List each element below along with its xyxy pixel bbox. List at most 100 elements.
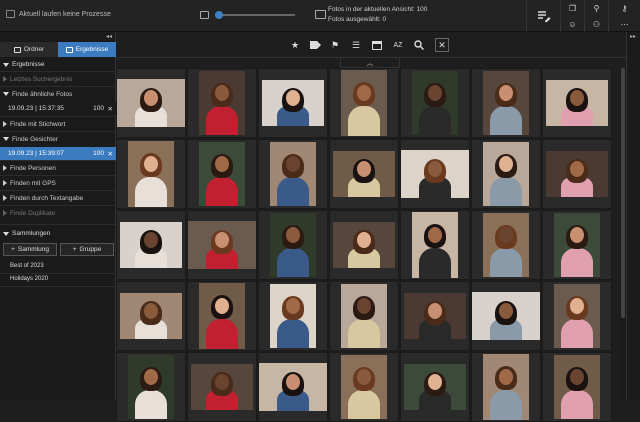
scrollbar-thumb[interactable] <box>621 68 625 318</box>
collapsed-triangle-icon <box>3 210 7 216</box>
photo-subject-body <box>348 390 380 419</box>
zoom-slider[interactable] <box>215 10 295 19</box>
photo-thumbnail[interactable] <box>329 281 399 351</box>
photo-image <box>483 71 529 135</box>
photo-thumbnail[interactable] <box>258 352 328 422</box>
photo-image <box>412 212 458 278</box>
sidebar-item-keyword[interactable]: Finde mit Stichwort <box>0 116 116 131</box>
sidebar-item-persons[interactable]: Finde Personen <box>0 160 116 175</box>
photo-thumbnail[interactable] <box>471 210 541 280</box>
results-section-header[interactable]: Ergebnisse <box>0 59 116 70</box>
similar-photos-result[interactable]: 19.09.23 | 15:37:35 100 ✕ <box>0 102 116 115</box>
photo-subject-body <box>490 177 522 206</box>
sidebar-item-gps[interactable]: Finden mit GPS <box>0 175 116 190</box>
edit-list-button[interactable] <box>526 0 560 32</box>
sidebar-item-duplicates[interactable]: Finde Duplikate <box>0 205 116 220</box>
expanded-triangle-icon <box>3 231 9 236</box>
sidebar-item-faces[interactable]: Finde Gesichter <box>0 131 116 146</box>
photo-subject-face <box>357 84 371 101</box>
photo-subject-face <box>357 232 371 249</box>
photo-thumbnail[interactable] <box>116 210 186 280</box>
copy-button[interactable]: ❐ <box>560 0 584 16</box>
tag-filter-button[interactable] <box>308 38 322 52</box>
photo-thumbnail[interactable] <box>329 352 399 422</box>
location-button[interactable]: ⚲ <box>584 0 608 16</box>
photo-thumbnail[interactable] <box>258 281 328 351</box>
add-group-button[interactable]: + Gruppe <box>60 243 114 256</box>
photo-thumbnail[interactable] <box>329 68 399 138</box>
photo-thumbnail[interactable] <box>400 68 470 138</box>
photo-thumbnail[interactable] <box>471 139 541 209</box>
edit-list-icon <box>537 11 550 22</box>
close-icon[interactable]: ✕ <box>108 105 113 113</box>
photo-thumbnail[interactable] <box>329 139 399 209</box>
list-icon: ☰ <box>351 39 361 50</box>
photo-subject-body <box>348 106 380 136</box>
collapse-toolbar-handle[interactable]: ︿ <box>340 58 400 68</box>
collection-item[interactable]: Holidays 2020 <box>10 276 48 282</box>
photo-subject-face <box>215 85 229 102</box>
photo-thumbnail[interactable] <box>116 68 186 138</box>
calendar-filter-button[interactable] <box>370 38 384 52</box>
photo-thumbnail[interactable] <box>542 139 612 209</box>
sort-az-button[interactable]: AZ <box>391 38 405 52</box>
photo-subject-body <box>490 390 522 420</box>
photo-subject-face <box>215 297 229 314</box>
collection-item[interactable]: Best of 2023 <box>10 263 44 269</box>
photo-image <box>554 355 600 419</box>
photo-thumbnail[interactable] <box>400 352 470 422</box>
collapse-sidebar-icon[interactable]: ◂◂ <box>106 33 112 40</box>
photo-thumbnail[interactable] <box>187 281 257 351</box>
collections-section-header[interactable]: Sammlungen <box>0 228 116 239</box>
photo-thumbnail[interactable] <box>400 210 470 280</box>
photo-image <box>401 150 469 198</box>
photo-subject-face <box>144 369 158 386</box>
photo-thumbnail[interactable] <box>542 68 612 138</box>
photo-thumbnail[interactable] <box>116 352 186 422</box>
photo-subject-body <box>135 390 167 419</box>
photo-thumbnail[interactable] <box>542 352 612 422</box>
people-button[interactable]: ⚇ <box>584 16 608 32</box>
photo-thumbnail[interactable] <box>116 139 186 209</box>
clear-filter-button[interactable]: ✕ <box>435 38 449 52</box>
photo-thumbnail[interactable] <box>471 68 541 138</box>
photo-thumbnail[interactable] <box>542 210 612 280</box>
zoom-slider-group <box>200 10 326 19</box>
close-icon[interactable]: ✕ <box>108 150 113 158</box>
large-image-icon[interactable] <box>315 10 326 19</box>
collapse-right-panel-icon[interactable]: ▸▸ <box>630 33 636 40</box>
photo-thumbnail[interactable] <box>471 281 541 351</box>
photo-thumbnail[interactable] <box>187 68 257 138</box>
photo-thumbnail[interactable] <box>400 139 470 209</box>
photo-thumbnail[interactable] <box>258 68 328 138</box>
photo-thumbnail[interactable] <box>329 210 399 280</box>
photo-thumbnail[interactable] <box>258 210 328 280</box>
photo-subject-face <box>499 156 513 173</box>
more-button[interactable]: ⋯ <box>608 16 640 32</box>
sidebar-item-similar-photos[interactable]: Finde ähnliche Fotos <box>0 86 116 101</box>
small-image-icon[interactable] <box>200 10 209 19</box>
photo-thumbnail[interactable] <box>187 210 257 280</box>
zoom-slider-knob[interactable] <box>215 10 223 19</box>
key-button[interactable]: ⚷ <box>608 0 640 16</box>
search-button[interactable] <box>412 38 426 52</box>
list-view-button[interactable]: ☰ <box>349 38 363 52</box>
tab-ergebnisse[interactable]: Ergebnisse <box>58 42 116 57</box>
face-button[interactable]: ☺ <box>560 16 584 32</box>
photo-thumbnail[interactable] <box>258 139 328 209</box>
photo-thumbnail[interactable] <box>471 352 541 422</box>
collapsed-triangle-icon <box>3 76 7 82</box>
star-filter-button[interactable]: ★ <box>288 38 302 52</box>
photo-thumbnail[interactable] <box>542 281 612 351</box>
photo-thumbnail[interactable] <box>400 281 470 351</box>
photo-thumbnail[interactable] <box>187 139 257 209</box>
photo-thumbnail[interactable] <box>187 352 257 422</box>
faces-result-selected[interactable]: 19.09.23 | 15:39:07 100 ✕ <box>0 147 116 160</box>
flag-filter-button[interactable]: ⚑ <box>328 38 342 52</box>
photo-thumbnail[interactable] <box>116 281 186 351</box>
add-collection-button[interactable]: + Sammlung <box>3 243 57 256</box>
tab-ordner[interactable]: Ordner <box>0 42 58 57</box>
sidebar-item-last-result[interactable]: Letztes Suchergebnis <box>0 71 116 86</box>
sidebar-item-text[interactable]: Finden durch Textangabe <box>0 190 116 205</box>
results-icon <box>65 46 73 53</box>
